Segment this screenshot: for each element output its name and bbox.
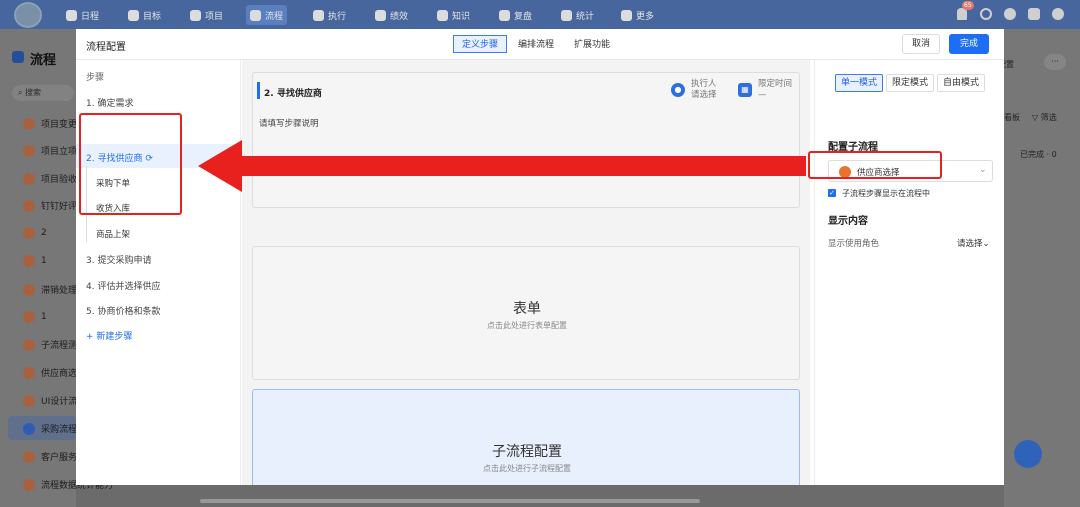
tab-extensions[interactable]: 扩展功能 xyxy=(565,35,619,53)
bg-filter-button[interactable]: ▽ 筛选 xyxy=(1032,112,1057,123)
bg-list-item[interactable]: 1 xyxy=(23,311,47,323)
bg-list-item[interactable]: 钉钉好评 xyxy=(23,199,77,212)
question-icon[interactable] xyxy=(1052,8,1064,20)
bg-list-item[interactable]: 项目变更 xyxy=(23,117,77,130)
app-logo[interactable] xyxy=(14,2,42,28)
tab-arrange-flow[interactable]: 编排流程 xyxy=(509,35,563,53)
show-substeps-checkbox[interactable]: ✓ xyxy=(828,189,836,197)
modal-title: 流程配置 xyxy=(86,42,126,53)
steps-heading: 步骤 xyxy=(86,73,105,83)
horizontal-scrollbar[interactable] xyxy=(200,499,700,503)
help-bulb-icon[interactable] xyxy=(1014,440,1042,468)
bg-list-item[interactable]: 项目立项 xyxy=(23,144,77,157)
bg-list-item[interactable]: 1 xyxy=(23,255,47,267)
annotation-box-substeps xyxy=(79,113,182,215)
user-icon: ● xyxy=(671,83,685,97)
form-title: 表单 xyxy=(513,301,541,317)
step-item[interactable]: 5. 协商价格和条款 xyxy=(86,304,160,317)
help-circle-icon[interactable] xyxy=(1004,8,1016,20)
bg-board-label[interactable]: 看板 xyxy=(1004,112,1020,123)
annotation-arrow xyxy=(198,140,806,192)
step-item[interactable]: 3. 提交采购申请 xyxy=(86,253,151,266)
bg-list-item[interactable]: 2 xyxy=(23,227,47,239)
calendar-icon: ▦ xyxy=(738,83,752,97)
review-icon xyxy=(499,9,510,21)
done-button[interactable]: 完成 xyxy=(949,34,989,54)
role-select[interactable]: 请选择⌄ xyxy=(957,237,990,249)
list-icon xyxy=(313,9,324,21)
role-label: 显示使用角色 xyxy=(828,239,880,249)
bg-list-item[interactable]: 滞销处理 xyxy=(23,283,77,296)
step-item[interactable]: 4. 评估并选择供应 xyxy=(86,279,160,292)
modal-tabs: 定义步骤 编排流程 扩展功能 xyxy=(453,35,619,53)
background-right: 配置 ··· 看板 ▽ 筛选 已完成 · 0 xyxy=(998,29,1080,507)
bg-list-item[interactable]: UI设计流 xyxy=(23,394,77,407)
gear-icon[interactable] xyxy=(1028,8,1040,20)
subflow-card[interactable]: 子流程配置 点击此处进行子流程配置 xyxy=(252,389,800,485)
nav-project[interactable]: 项目 xyxy=(190,7,223,23)
time-limit-field[interactable]: 限定时间 — xyxy=(758,79,792,101)
search-icon[interactable] xyxy=(980,8,992,20)
chevron-down-icon: ⌄ xyxy=(979,165,987,175)
nav-review[interactable]: 复盘 xyxy=(499,7,532,23)
flow-icon xyxy=(250,9,261,21)
nav-stats[interactable]: 统计 xyxy=(561,7,594,23)
target-icon xyxy=(128,9,139,21)
book-icon xyxy=(437,9,448,21)
form-hint: 点击此处进行表单配置 xyxy=(487,321,567,330)
substep-item[interactable]: 商品上架 xyxy=(96,228,130,240)
modal-header: 流程配置 定义步骤 编排流程 扩展功能 取消 完成 xyxy=(76,29,1004,60)
executor-field[interactable]: 执行人 请选择 xyxy=(691,79,717,101)
flow-logo-icon xyxy=(12,51,24,63)
subflow-title: 子流程配置 xyxy=(492,444,562,460)
nav-schedule[interactable]: 日程 xyxy=(66,7,99,23)
filter-icon: ▽ xyxy=(1032,113,1039,122)
display-content-heading: 显示内容 xyxy=(828,216,868,227)
new-step-button[interactable]: + 新建步骤 xyxy=(86,329,132,342)
step-item[interactable]: 1. 确定需求 xyxy=(86,96,133,109)
cancel-button[interactable]: 取消 xyxy=(902,34,940,54)
mode-single[interactable]: 单一模式 xyxy=(835,74,884,92)
nav-knowledge[interactable]: 知识 xyxy=(437,7,470,23)
grid-icon xyxy=(621,9,632,21)
bg-list-item[interactable]: 子流程测 xyxy=(23,338,77,351)
show-substeps-label: 子流程步骤显示在流程中 xyxy=(842,189,930,198)
bg-search-input[interactable]: ⌕ 搜索 xyxy=(12,85,74,101)
chevron-down-icon: ⌄ xyxy=(982,239,990,249)
bg-done-count: 已完成 · 0 xyxy=(1020,150,1057,159)
more-icon[interactable]: ··· xyxy=(1044,54,1066,70)
bg-list-item-active[interactable]: 采购流程 xyxy=(23,422,77,435)
bg-page-title: 流程 xyxy=(30,53,57,68)
calendar-icon xyxy=(66,9,77,21)
nav-more[interactable]: 更多 xyxy=(621,7,654,23)
mode-free[interactable]: 自由模式 xyxy=(937,74,986,92)
mode-limited[interactable]: 限定模式 xyxy=(886,74,935,92)
settings-panel: 单一模式 限定模式 自由模式 配置子流程 供应商选择 ⌄ ✓ 子流程步骤显示在流… xyxy=(814,60,1004,485)
form-card[interactable]: 表单 点击此处进行表单配置 xyxy=(252,246,800,380)
pie-icon xyxy=(561,9,572,21)
nav-goal[interactable]: 目标 xyxy=(128,7,161,23)
bg-list-item[interactable]: 客户服务 xyxy=(23,450,77,463)
step-title: 2. 寻找供应商 xyxy=(264,89,322,99)
mode-switcher: 单一模式 限定模式 自由模式 xyxy=(835,74,986,92)
chart-icon xyxy=(375,9,386,21)
background-sidebar: 流程 ⌕ 搜索 项目变更 项目立项 项目验收 钉钉好评 2 1 滞销处理 1 子… xyxy=(0,29,113,507)
bg-list-item[interactable]: 项目验收 xyxy=(23,172,77,185)
annotation-box-checkbox xyxy=(808,151,942,179)
nav-performance[interactable]: 绩效 xyxy=(375,7,408,23)
notification-badge: 65 xyxy=(962,1,974,10)
step-editor: 2. 寻找供应商 请填写步骤说明 ● 执行人 请选择 ▦ 限定时间 — 表单 点击此… xyxy=(242,60,810,485)
subflow-hint: 点击此处进行子流程配置 xyxy=(483,464,571,473)
step-description[interactable]: 请填写步骤说明 xyxy=(259,117,319,129)
top-nav: 日程 目标 项目 流程 执行 绩效 知识 复盘 统计 更多 65 xyxy=(0,0,1080,29)
tab-define-steps[interactable]: 定义步骤 xyxy=(453,35,508,53)
nav-flow[interactable]: 流程 xyxy=(246,5,288,25)
nav-execute[interactable]: 执行 xyxy=(313,7,346,23)
bg-list-item[interactable]: 供应商选 xyxy=(23,366,77,379)
cube-icon xyxy=(190,9,201,21)
step-accent-bar xyxy=(257,82,260,99)
flow-config-modal: 流程配置 定义步骤 编排流程 扩展功能 取消 完成 步骤 1. 确定需求 2. … xyxy=(76,29,1004,485)
